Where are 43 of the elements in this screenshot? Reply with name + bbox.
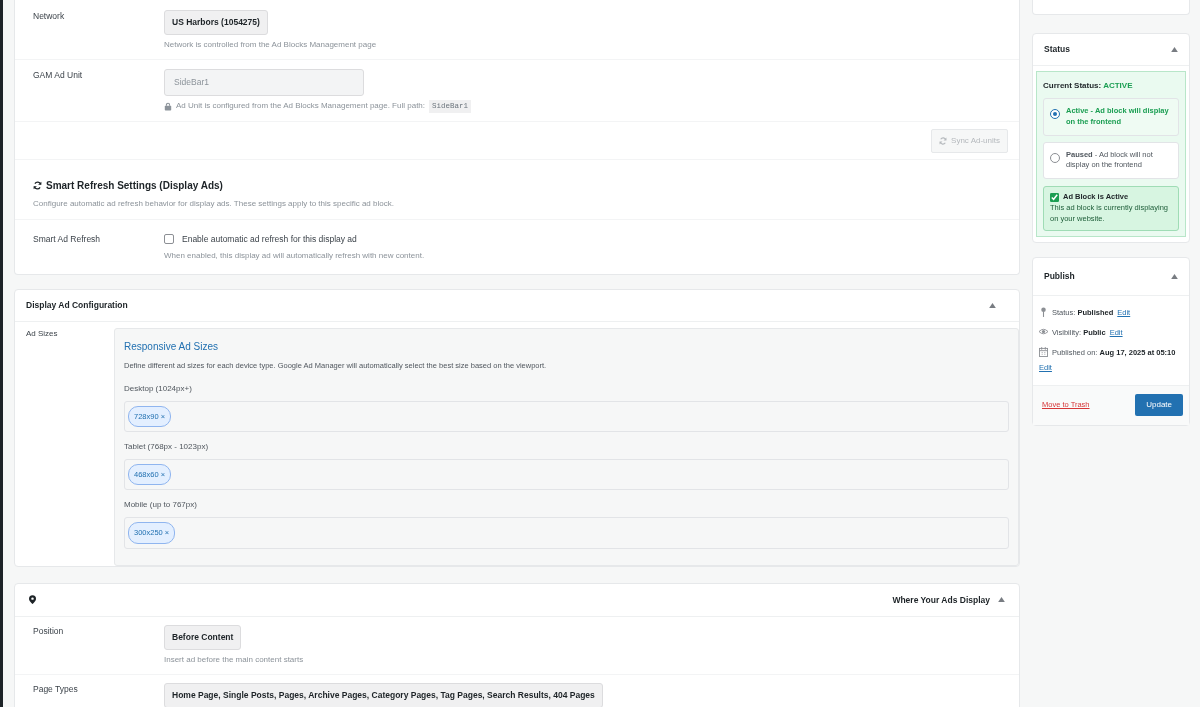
ad-unit-field[interactable]: SideBar1 (164, 68, 364, 96)
device-label: Desktop (1024px+) (124, 382, 193, 395)
field-label: Position (33, 625, 65, 639)
help-text: Network is controlled from the Ad Blocks Management page (164, 38, 377, 51)
check-icon (1050, 193, 1059, 203)
status-value: ACTIVE (1103, 80, 1133, 90)
pin-icon (1039, 306, 1048, 317)
section-title: Smart Refresh Settings (Display Ads) (46, 179, 223, 193)
radio-button[interactable] (1050, 152, 1060, 163)
value-chip: Home Page, Single Posts, Pages, Archive Pages, Category Pages, Tag Pages, Search Results, 404 Pages (164, 683, 603, 707)
collapse-icon[interactable] (998, 597, 1005, 603)
field-label: Smart Ad Refresh (33, 233, 102, 246)
collapse-icon[interactable] (1171, 46, 1178, 52)
map-pin-icon (29, 595, 36, 605)
field-label: Page Types (33, 683, 79, 696)
lock-icon (164, 101, 172, 111)
panel-title: Display Ad Configuration (26, 298, 128, 312)
device-label: Tablet (768px - 1023px) (124, 441, 210, 453)
field-label: Ad Sizes (26, 327, 59, 340)
sizes-heading: Responsive Ad Sizes (124, 339, 219, 354)
collapse-icon[interactable] (989, 302, 996, 308)
help-text: When enabled, this display ad will automatically refresh with new content. (164, 249, 425, 262)
calendar-icon (1039, 347, 1048, 358)
field-label: GAM Ad Unit (33, 68, 84, 82)
value-chip: Before Content (164, 625, 242, 650)
radio-button[interactable] (1050, 108, 1060, 119)
panel-title: Where Your Ads Display (892, 593, 990, 607)
checkbox-label: Enable automatic ad refresh for this display ad (182, 233, 357, 246)
field-label: Network (33, 10, 66, 23)
eye-icon (1039, 326, 1048, 337)
refresh-icon (33, 181, 42, 190)
device-label: Mobile (up to 767px) (124, 499, 198, 512)
refresh-icon (939, 137, 948, 145)
help-text: Insert ad before the main content starts (164, 654, 304, 666)
status-label: Current Status: (1043, 80, 1102, 90)
panel-title: Status (1044, 43, 1070, 56)
update-button[interactable]: Update (1135, 393, 1183, 416)
network-value: US Harbors (1054275) (164, 10, 268, 35)
section-description: Configure automatic ad refresh behavior for display ads. These settings apply to this specific ad block. (33, 198, 395, 210)
collapse-icon[interactable] (1171, 273, 1178, 279)
checkbox[interactable] (164, 234, 174, 245)
help-text: Ad Unit is configured from the Ad Blocks Management page. Full path: (176, 100, 426, 113)
panel-title: Publish (1044, 269, 1075, 283)
